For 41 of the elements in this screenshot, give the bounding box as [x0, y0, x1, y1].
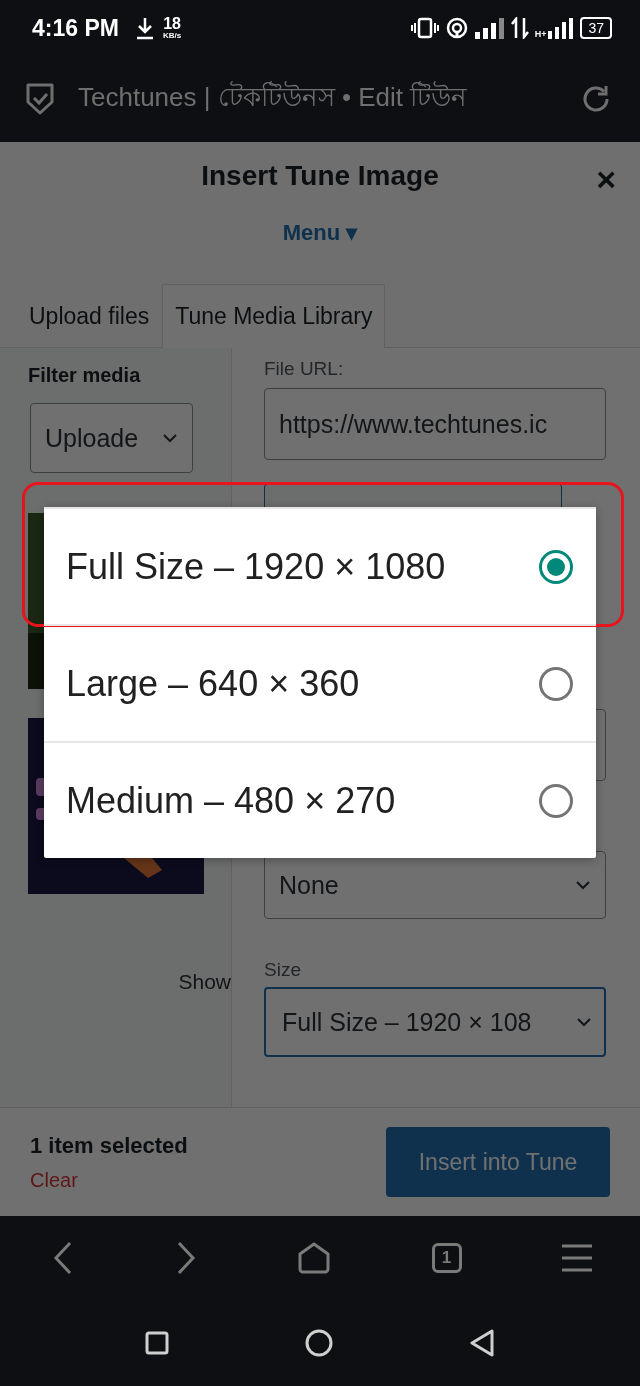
chevron-down-icon: [575, 880, 591, 890]
show-label: Show: [178, 970, 231, 994]
field-label: File URL:: [264, 358, 345, 380]
signal-icon: [548, 17, 575, 39]
radio-button[interactable]: [538, 665, 574, 702]
tab[interactable]: Upload files: [16, 284, 163, 348]
battery-level: 37: [580, 17, 612, 39]
back-icon[interactable]: [469, 1329, 495, 1357]
data-arrows-icon: [510, 17, 529, 39]
selection-count: 1 item selected: [30, 1132, 188, 1159]
size-option[interactable]: Medium – 480 × 270: [66, 779, 396, 822]
network-type: H+: [534, 29, 547, 39]
chevron-down-icon: [162, 433, 178, 443]
signal-icon: [474, 17, 505, 39]
network-speed: 18: [163, 16, 181, 32]
modal-title: Insert Tune Image: [201, 160, 439, 192]
chevron-down-icon: [576, 1017, 592, 1027]
size-select[interactable]: Full Size – 1920 × 108: [264, 987, 606, 1057]
size-option[interactable]: Large – 640 × 360: [66, 662, 360, 705]
field-label: Size: [264, 959, 302, 981]
size-option[interactable]: Full Size – 1920 × 1080: [66, 545, 446, 588]
radio-button[interactable]: [538, 782, 574, 819]
menu-link[interactable]: Menu ▾: [282, 220, 358, 246]
url-field[interactable]: https://www.techtunes.ic: [264, 388, 606, 460]
filter-select[interactable]: Uploade: [30, 403, 193, 473]
recents-icon[interactable]: [145, 1331, 169, 1355]
speed-unit: KB/s: [162, 32, 182, 40]
shield-check-icon[interactable]: [24, 82, 56, 116]
tab[interactable]: Tune Media Library: [162, 284, 386, 348]
clock-time: 4:16 PM: [32, 14, 119, 42]
close-button[interactable]: ×: [596, 162, 616, 196]
filter-label: Filter media: [28, 364, 142, 387]
vibrate-icon: [410, 17, 439, 39]
clear-link[interactable]: Clear: [30, 1168, 188, 1192]
menu-icon[interactable]: [562, 1244, 592, 1272]
tabs-button[interactable]: 1: [431, 1243, 462, 1273]
insert-button[interactable]: Insert into Tune: [386, 1127, 610, 1197]
radio-button[interactable]: [538, 548, 574, 585]
download-icon: [134, 16, 155, 40]
hotspot-icon: [444, 17, 469, 39]
page-title[interactable]: Techtunes | টেকটিউনস • Edit টিউন: [78, 77, 558, 121]
